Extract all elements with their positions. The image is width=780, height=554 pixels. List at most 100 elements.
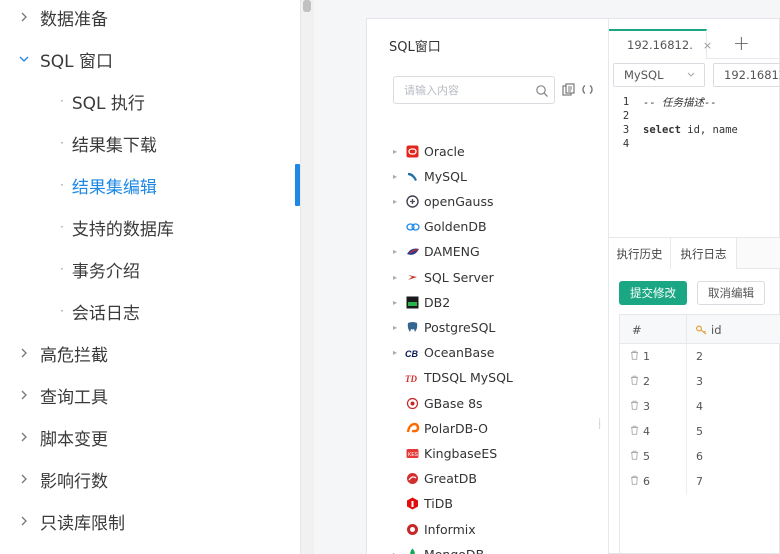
cell-id[interactable]: 4 (696, 400, 703, 413)
nav-item-affected-rows[interactable]: 影响行数 (0, 463, 300, 495)
nav-sub-result-download[interactable]: · 结果集下载 (0, 127, 300, 159)
cell-id[interactable]: 6 (696, 450, 703, 463)
nav-item-label: 只读库限制 (40, 513, 125, 534)
db-tree-item[interactable]: ▸GreatDB (393, 469, 477, 489)
delete-row-icon[interactable] (630, 450, 643, 463)
db-type-select[interactable]: MySQL (613, 63, 705, 87)
expand-icon[interactable]: ▸ (393, 348, 405, 357)
db-tree-label: DAMENG (424, 244, 480, 260)
tab-exec-log[interactable]: 执行日志 (671, 238, 737, 269)
db-tree-label: PolarDB-O (424, 420, 488, 436)
chevron-right-icon (17, 430, 31, 444)
db-tree-item[interactable]: ▸ DAMENG (393, 242, 480, 262)
tab-exec-history[interactable]: 执行历史 (609, 238, 671, 269)
db-tree-item[interactable]: ▸TDTDSQL MySQL (393, 368, 513, 388)
polardb-icon (405, 421, 420, 436)
expand-icon[interactable]: ▸ (393, 323, 405, 332)
refresh-icon[interactable] (581, 81, 594, 95)
kingbase-icon: KES (405, 446, 420, 461)
db-tree-item[interactable]: ▸ PostgreSQL (393, 317, 495, 337)
db-tree-label: GoldenDB (424, 219, 487, 235)
nav-item-script-change[interactable]: 脚本变更 (0, 421, 300, 453)
db-tree-item[interactable]: ▸ CB OceanBase (393, 343, 494, 363)
expand-icon[interactable]: ▸ (393, 197, 405, 206)
code-line: 3 select id, name (622, 124, 738, 136)
copy-icon[interactable] (562, 81, 575, 96)
db-tree-item[interactable]: ▸GBase 8s (393, 393, 483, 413)
nav-item-high-risk[interactable]: 高危拦截 (0, 337, 300, 369)
connection-select[interactable]: 192.16812 (713, 63, 780, 87)
expand-icon[interactable]: ▸ (393, 298, 405, 307)
search-input[interactable] (404, 82, 524, 98)
search-icon[interactable] (535, 83, 549, 97)
nav-sub-label: 支持的数据库 (71, 219, 174, 240)
nav-sub-sql-exec[interactable]: · SQL 执行 (0, 85, 300, 117)
db-tree-label: Informix (424, 521, 476, 537)
postgresql-icon (405, 320, 420, 335)
row-number: 5 (630, 450, 650, 463)
table-row[interactable]: 34 (620, 395, 780, 420)
nav-sub-session-log[interactable]: · 会话日志 (0, 295, 300, 327)
cell-id[interactable]: 5 (696, 425, 703, 438)
table-row[interactable]: 56 (620, 445, 780, 470)
db-tree-item[interactable]: ▸ MySQL (393, 166, 467, 186)
db-tree-item[interactable]: ▸ Oracle (393, 141, 465, 161)
db-tree-item[interactable]: ▸ openGauss (393, 191, 494, 211)
db-tree-item[interactable]: ▸ DB2 (393, 292, 450, 312)
tdsql-icon: TD (405, 370, 420, 385)
delete-row-icon[interactable] (630, 350, 643, 363)
table-row[interactable]: 12 (620, 345, 780, 370)
svg-text:KES: KES (408, 452, 419, 458)
expand-icon[interactable]: ▸ (393, 247, 405, 256)
sidebar-scrollbar-thumb[interactable] (303, 0, 311, 12)
sql-editor: 192.16812. × + MySQL 192.16812 1 -- 任务描述… (609, 19, 780, 554)
add-tab-button[interactable]: + (733, 31, 750, 55)
table-row[interactable]: 67 (620, 470, 780, 495)
column-header-id[interactable]: id (696, 323, 722, 337)
db-tree-item[interactable]: ▸PolarDB-O (393, 418, 488, 438)
expand-icon[interactable]: ▸ (393, 147, 405, 156)
db-tree-item[interactable]: ▸GoldenDB (393, 217, 487, 237)
delete-row-icon[interactable] (630, 425, 643, 438)
chevron-right-icon (17, 514, 31, 528)
expand-icon[interactable]: ▸ (393, 273, 405, 282)
close-icon[interactable]: × (703, 39, 712, 52)
nav-sub-transactions[interactable]: · 事务介绍 (0, 253, 300, 285)
code-area[interactable]: 1 -- 任务描述-- 2 3 select id, name 4 (609, 93, 780, 253)
cancel-edit-button[interactable]: 取消编辑 (697, 281, 765, 305)
expand-icon[interactable]: ▸ (393, 172, 405, 181)
chevron-down-icon (17, 52, 31, 66)
submit-changes-button[interactable]: 提交修改 (619, 281, 687, 305)
search-box[interactable] (393, 76, 555, 104)
delete-row-icon[interactable] (630, 375, 643, 388)
db-tree-item[interactable]: ▸ SQL Server (393, 267, 494, 287)
informix-icon (405, 522, 420, 537)
table-row[interactable]: 45 (620, 420, 780, 445)
nav-item-sql-window[interactable]: SQL 窗口 (0, 43, 300, 75)
nav-sub-result-edit[interactable]: · 结果集编辑 (0, 169, 300, 201)
db-tree-item[interactable]: ▸ MongoDB (393, 544, 484, 554)
tab-connection[interactable]: 192.16812. × (609, 29, 712, 59)
nav-item-readonly-limit[interactable]: 只读库限制 (0, 505, 300, 537)
delete-row-icon[interactable] (630, 475, 643, 488)
cell-id[interactable]: 7 (696, 475, 703, 488)
db-tree-item[interactable]: ▸Informix (393, 519, 476, 539)
cell-id[interactable]: 3 (696, 375, 703, 388)
resize-handle[interactable]: ⁞ ⁞ (598, 418, 601, 432)
tab-label: 192.16812. (627, 38, 693, 52)
row-number: 3 (630, 400, 650, 413)
db-tree-label: DB2 (424, 294, 451, 310)
table-row[interactable]: 23 (620, 370, 780, 395)
expand-icon[interactable]: ▸ (393, 550, 405, 554)
nav-item-label: 数据准备 (40, 9, 108, 30)
nav-sub-label: 结果集下载 (71, 135, 157, 156)
cell-id[interactable]: 2 (696, 350, 703, 363)
nav-item-data-prep[interactable]: 数据准备 (0, 1, 300, 33)
sql-window-screenshot: SQL窗口 ▸Oracle▸MySQL▸openGauss▸GoldenDB▸D… (366, 18, 780, 554)
sidebar-scrollbar[interactable] (300, 0, 314, 554)
nav-sub-supported-dbs[interactable]: · 支持的数据库 (0, 211, 300, 243)
nav-item-query-tools[interactable]: 查询工具 (0, 379, 300, 411)
delete-row-icon[interactable] (630, 400, 643, 413)
db-tree-item[interactable]: ▸TiDB (393, 494, 453, 514)
db-tree-item[interactable]: ▸KESKingbaseES (393, 443, 497, 463)
